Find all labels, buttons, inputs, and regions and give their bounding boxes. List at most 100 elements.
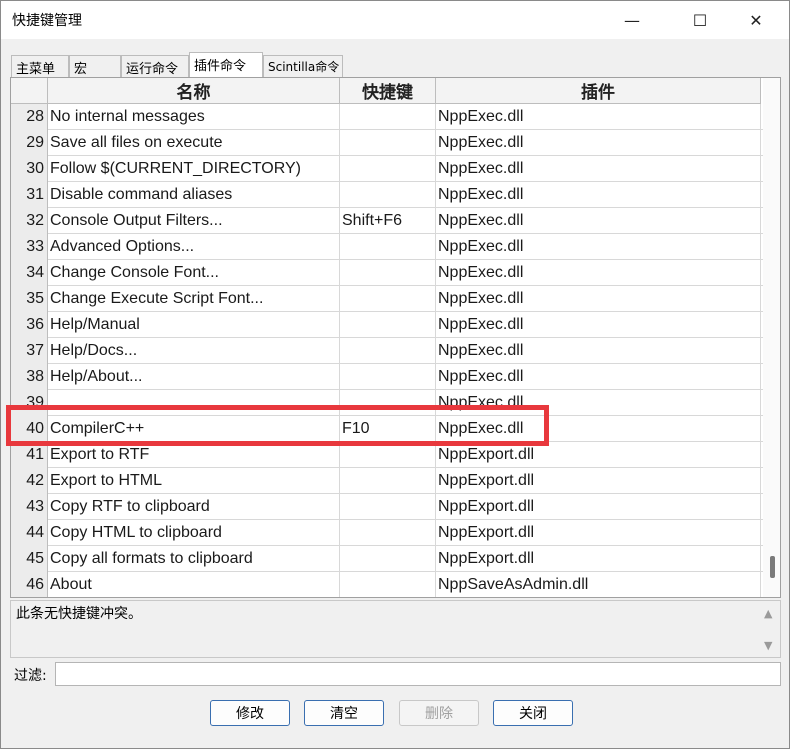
row-command-name: Export to HTML xyxy=(48,468,340,494)
row-number: 44 xyxy=(11,520,48,546)
table-row[interactable]: 41 Export to RTF NppExport.dll xyxy=(11,442,763,468)
scroll-up-icon[interactable]: ▲ xyxy=(764,607,772,620)
scroll-down-icon[interactable]: ▼ xyxy=(764,639,772,652)
row-shortcut xyxy=(340,260,436,286)
row-plugin: NppSaveAsAdmin.dll xyxy=(436,572,761,597)
close-window-button[interactable]: ✕ xyxy=(733,1,779,39)
header-number[interactable] xyxy=(11,78,48,104)
maximize-icon: ☐ xyxy=(692,10,708,30)
tab-run-commands[interactable]: 运行命令 xyxy=(121,55,189,77)
row-command-name: Copy HTML to clipboard xyxy=(48,520,340,546)
table-row[interactable]: 32 Console Output Filters... Shift+F6 NppEx… xyxy=(11,208,763,234)
row-number: 42 xyxy=(11,468,48,494)
row-shortcut xyxy=(340,442,436,468)
row-shortcut xyxy=(340,182,436,208)
table-row[interactable]: 44 Copy HTML to clipboard NppExport.dll xyxy=(11,520,763,546)
table-row[interactable]: 40 CompilerC++ F10 NppExec.dll xyxy=(11,416,763,442)
row-command-name: Change Console Font... xyxy=(48,260,340,286)
conflict-scrollbar[interactable]: ▲ ▼ xyxy=(762,603,778,655)
row-command-name: Export to RTF xyxy=(48,442,340,468)
scrollbar-thumb[interactable] xyxy=(770,556,775,578)
table-row[interactable]: 36 Help/Manual NppExec.dll xyxy=(11,312,763,338)
tab-scintilla-commands[interactable]: Scintilla命令 xyxy=(263,55,343,77)
table-row[interactable]: 45 Copy all formats to clipboard NppExport… xyxy=(11,546,763,572)
row-plugin: NppExport.dll xyxy=(436,520,761,546)
table-row[interactable]: 37 Help/Docs... NppExec.dll xyxy=(11,338,763,364)
row-number: 36 xyxy=(11,312,48,338)
table-row[interactable]: 35 Change Execute Script Font... NppExec.d… xyxy=(11,286,763,312)
conflict-message: 此条无快捷键冲突。 xyxy=(16,606,142,622)
row-command-name: Help/Manual xyxy=(48,312,340,338)
row-command-name: Follow $(CURRENT_DIRECTORY) xyxy=(48,156,340,182)
row-command-name: About xyxy=(48,572,340,597)
table-row[interactable]: 46 About NppSaveAsAdmin.dll xyxy=(11,572,763,597)
minimize-icon: — xyxy=(624,10,640,30)
header-name[interactable]: 名称 xyxy=(48,78,340,104)
row-shortcut xyxy=(340,572,436,597)
table-row[interactable]: 42 Export to HTML NppExport.dll xyxy=(11,468,763,494)
row-number: 34 xyxy=(11,260,48,286)
row-number: 37 xyxy=(11,338,48,364)
shortcut-table: 名称 快捷键 插件 28 No internal messages NppExec.… xyxy=(10,77,781,598)
title-bar: 快捷键管理 — ☐ ✕ xyxy=(1,1,789,39)
table-row[interactable]: 29 Save all files on execute NppExec.dll xyxy=(11,130,763,156)
row-command-name: Help/Docs... xyxy=(48,338,340,364)
row-shortcut xyxy=(340,390,436,416)
row-number: 46 xyxy=(11,572,48,597)
header-plugin[interactable]: 插件 xyxy=(436,78,761,104)
minimize-button[interactable]: — xyxy=(609,1,655,39)
row-number: 39 xyxy=(11,390,48,416)
row-command-name: Copy RTF to clipboard xyxy=(48,494,340,520)
row-plugin: NppExec.dll xyxy=(436,234,761,260)
tab-plugin-commands[interactable]: 插件命令 xyxy=(189,52,263,77)
table-row[interactable]: 43 Copy RTF to clipboard NppExport.dll xyxy=(11,494,763,520)
table-row[interactable]: 31 Disable command aliases NppExec.dll xyxy=(11,182,763,208)
row-shortcut xyxy=(340,468,436,494)
table-row[interactable]: 38 Help/About... NppExec.dll xyxy=(11,364,763,390)
table-row[interactable]: 34 Change Console Font... NppExec.dll xyxy=(11,260,763,286)
maximize-button[interactable]: ☐ xyxy=(677,1,723,39)
row-number: 45 xyxy=(11,546,48,572)
row-command-name: Console Output Filters... xyxy=(48,208,340,234)
row-plugin: NppExport.dll xyxy=(436,494,761,520)
row-number: 29 xyxy=(11,130,48,156)
row-number: 33 xyxy=(11,234,48,260)
table-row[interactable]: 30 Follow $(CURRENT_DIRECTORY) NppExec.dll xyxy=(11,156,763,182)
conflict-info-box: 此条无快捷键冲突。 ▲ ▼ xyxy=(10,600,781,658)
row-shortcut xyxy=(340,104,436,130)
modify-button[interactable]: 修改 xyxy=(210,700,290,726)
row-command-name: Advanced Options... xyxy=(48,234,340,260)
row-plugin: NppExport.dll xyxy=(436,442,761,468)
row-number: 32 xyxy=(11,208,48,234)
row-plugin: NppExec.dll xyxy=(436,156,761,182)
close-icon: ✕ xyxy=(749,10,763,30)
vertical-scrollbar[interactable] xyxy=(763,78,780,597)
header-shortcut[interactable]: 快捷键 xyxy=(340,78,436,104)
tab-macros[interactable]: 宏 xyxy=(69,55,121,77)
tab-main-menu[interactable]: 主菜单 xyxy=(11,55,69,77)
row-shortcut: Shift+F6 xyxy=(340,208,436,234)
clear-button[interactable]: 清空 xyxy=(304,700,384,726)
row-command-name: Copy all formats to clipboard xyxy=(48,546,340,572)
table-row[interactable]: 39 NppExec.dll xyxy=(11,390,763,416)
row-plugin: NppExec.dll xyxy=(436,416,761,442)
window-title: 快捷键管理 xyxy=(12,13,82,29)
row-plugin: NppExec.dll xyxy=(436,104,761,130)
row-plugin: NppExec.dll xyxy=(436,390,761,416)
table-row[interactable]: 33 Advanced Options... NppExec.dll xyxy=(11,234,763,260)
row-plugin: NppExec.dll xyxy=(436,286,761,312)
delete-button[interactable]: 删除 xyxy=(399,700,479,726)
table-row[interactable]: 28 No internal messages NppExec.dll xyxy=(11,104,763,130)
row-plugin: NppExport.dll xyxy=(436,546,761,572)
row-shortcut xyxy=(340,130,436,156)
close-button[interactable]: 关闭 xyxy=(493,700,573,726)
row-command-name: Save all files on execute xyxy=(48,130,340,156)
row-number: 41 xyxy=(11,442,48,468)
row-plugin: NppExec.dll xyxy=(436,312,761,338)
row-shortcut xyxy=(340,312,436,338)
row-number: 35 xyxy=(11,286,48,312)
row-number: 43 xyxy=(11,494,48,520)
row-shortcut xyxy=(340,546,436,572)
filter-input[interactable] xyxy=(55,662,781,686)
row-number: 38 xyxy=(11,364,48,390)
